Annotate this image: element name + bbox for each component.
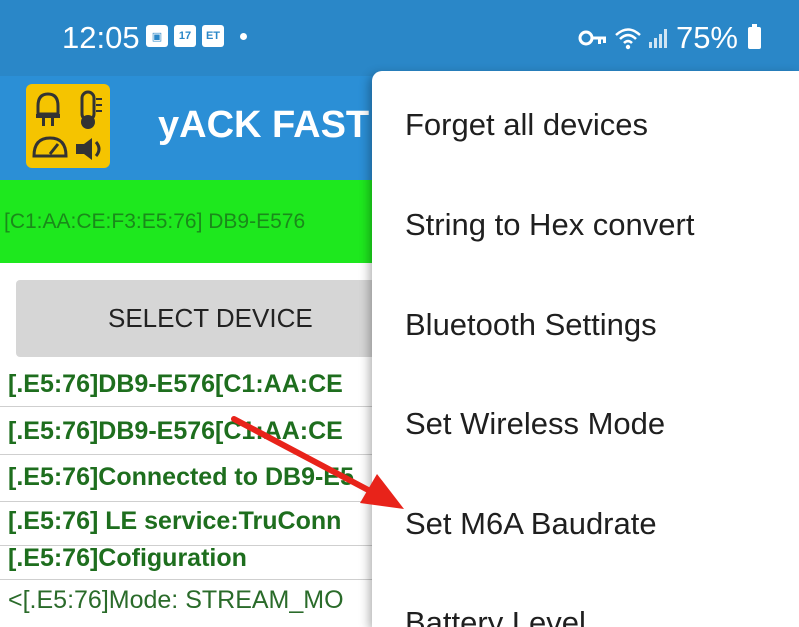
log-line: <[.E5:76]Mode: STREAM_MO [8, 586, 344, 614]
log-divider [0, 501, 380, 502]
menu-item-string-to-hex-convert[interactable]: String to Hex convert [405, 207, 694, 243]
status-bar: 12:05 ▣ 17 ET 75% [0, 0, 799, 76]
app-title: yACK FAST [158, 104, 370, 146]
menu-item-bluetooth-settings[interactable]: Bluetooth Settings [405, 307, 657, 343]
menu-item-set-m6a-baudrate[interactable]: Set M6A Baudrate [405, 506, 657, 542]
app-logo-icon [26, 84, 110, 168]
log-line: [.E5:76]Connected to DB9-E5 [8, 463, 354, 491]
signal-icon [648, 29, 667, 48]
log-line: [.E5:76]DB9-E576[C1:AA:CE [8, 417, 343, 445]
log-line: [.E5:76] LE service:TruConn [8, 507, 342, 535]
log-divider [0, 454, 380, 455]
et-icon: ET [202, 25, 224, 47]
status-right: 75% [578, 20, 761, 56]
status-time: 12:05 [62, 20, 140, 55]
log-line: [.E5:76]Cofiguration [8, 544, 247, 572]
notification-icons: ▣ 17 ET [146, 25, 247, 47]
wifi-icon [615, 28, 641, 50]
connected-device-text: [C1:AA:CE:F3:E5:76] DB9-E576 [4, 210, 306, 233]
battery-icon [748, 24, 761, 49]
menu-item-forget-all-devices[interactable]: Forget all devices [405, 107, 648, 143]
key-icon [578, 30, 606, 46]
calendar-icon: 17 [174, 25, 196, 47]
log-line: [.E5:76]DB9-E576[C1:AA:CE [8, 370, 343, 398]
battery-percent: 75% [675, 20, 738, 55]
menu-item-set-wireless-mode[interactable]: Set Wireless Mode [405, 406, 665, 442]
more-notifications-dot-icon [240, 32, 247, 40]
log-divider [0, 579, 380, 580]
log-divider [0, 406, 380, 407]
image-icon: ▣ [146, 25, 168, 47]
menu-item-battery-level[interactable]: Battery Level [405, 605, 586, 627]
overflow-menu: Forget all devices String to Hex convert… [372, 71, 799, 627]
